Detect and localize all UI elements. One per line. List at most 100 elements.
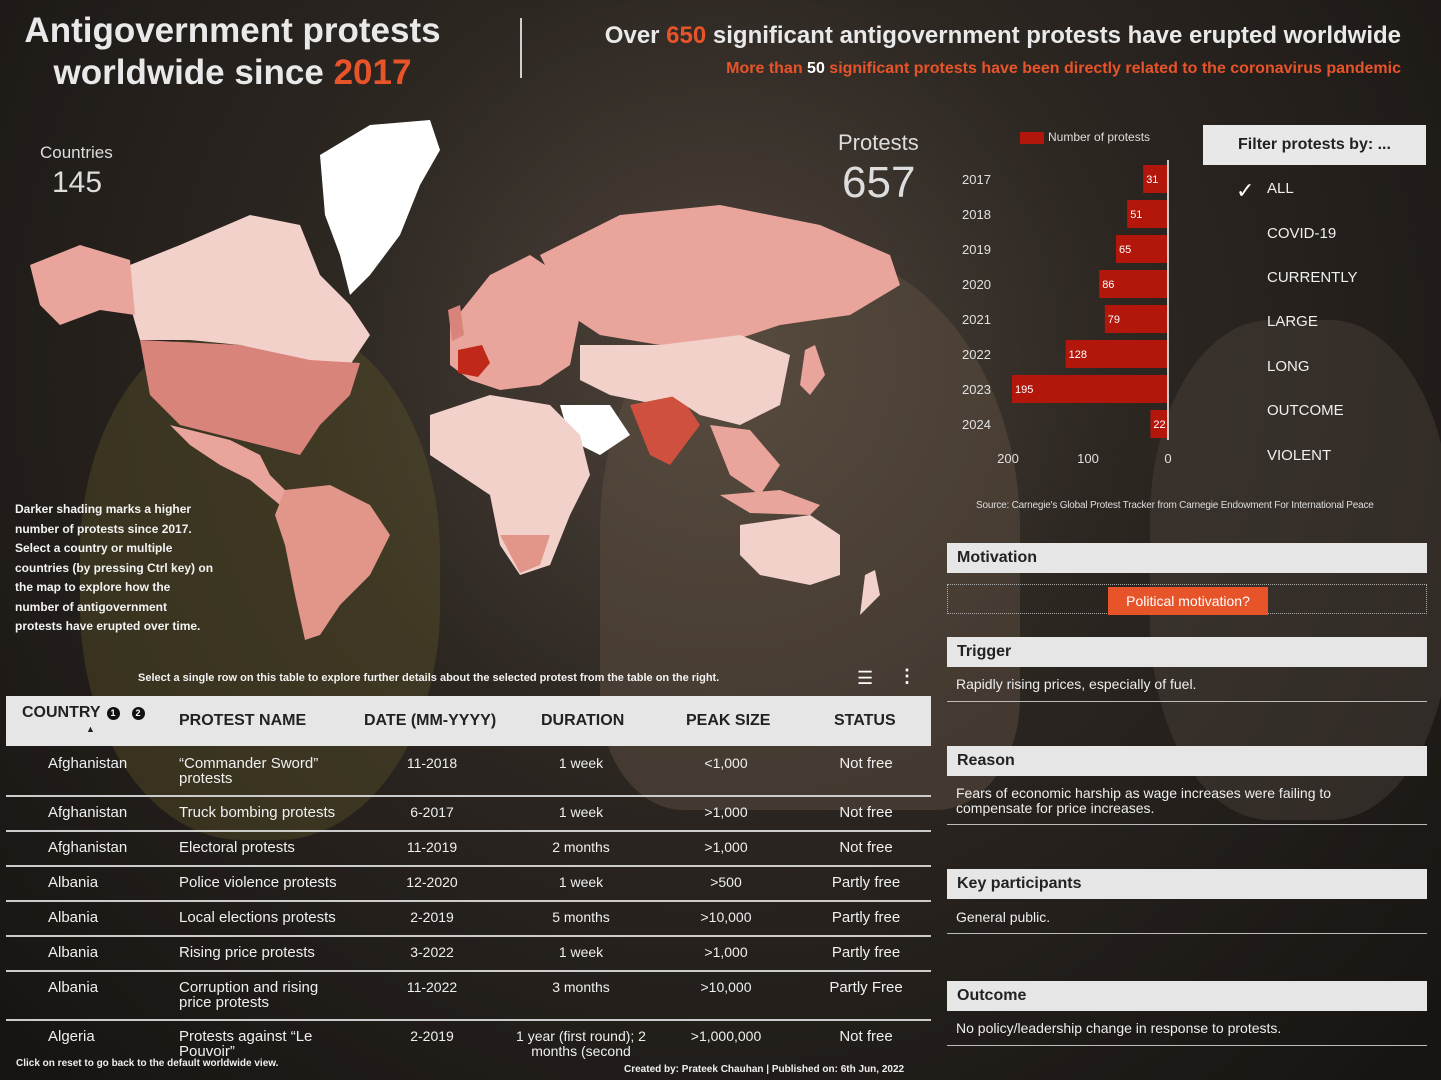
map-greenland[interactable]: [320, 120, 440, 295]
bar-2023[interactable]: [1012, 375, 1168, 403]
cell-status: Partly Free: [829, 979, 903, 996]
bar-value-label: 128: [1069, 349, 1087, 361]
trigger-text: Rapidly rising prices, especially of fue…: [956, 676, 1197, 692]
table-hint: Select a single row on this table to exp…: [138, 672, 720, 684]
outcome-divider: [947, 1045, 1427, 1046]
title-year: 2017: [333, 53, 412, 92]
headline-count: 650: [666, 22, 707, 49]
header-protest-name[interactable]: PROTEST NAME: [179, 696, 306, 746]
cell-duration: 2 months: [552, 839, 610, 855]
header-country[interactable]: COUNTRY 1 2: [22, 688, 145, 738]
cell-peak-size: >1,000: [704, 804, 748, 820]
year-tick-label: 2020: [962, 277, 991, 292]
reason-text: Fears of economic harship as wage increa…: [956, 785, 1332, 816]
filter-option-all[interactable]: ALL: [1267, 180, 1294, 197]
title-line1: Antigovernment protests: [24, 11, 441, 50]
filter-option-violent[interactable]: VIOLENT: [1267, 447, 1331, 464]
header-peak-size[interactable]: PEAK SIZE: [686, 696, 770, 746]
bar-value-label: 86: [1102, 279, 1114, 291]
motivation-button[interactable]: Political motivation?: [1108, 587, 1268, 615]
cell-protest-name: Local elections protests: [179, 909, 336, 926]
map-russia[interactable]: [540, 205, 900, 345]
header-country-label[interactable]: COUNTRY: [22, 704, 101, 722]
filter-header[interactable]: Filter protests by: ...: [1203, 125, 1426, 165]
cell-protest-name: Corruption and rising price protests: [179, 979, 319, 1011]
cell-date: 11-2018: [406, 755, 458, 771]
protests-per-year-chart[interactable]: 2017 31 2018 51 2019 65 2020 86 2021 79 2022 128 202…: [950, 160, 1180, 470]
title-line2-text: worldwide since: [53, 53, 334, 92]
map-new-zealand[interactable]: [860, 570, 880, 615]
filter-option-covid-19[interactable]: COVID-19: [1267, 225, 1336, 242]
participants-divider: [947, 933, 1427, 934]
map-alaska[interactable]: [30, 245, 135, 325]
year-tick-label: 2024: [962, 417, 991, 432]
map-japan[interactable]: [800, 345, 825, 395]
header-duration[interactable]: DURATION: [541, 696, 624, 746]
cell-protest-name: Protests against “Le Pouvoir”: [179, 1028, 313, 1060]
subheadline: More than 50 significant protests have b…: [726, 60, 1401, 78]
cell-status: Not free: [839, 1028, 893, 1045]
year-tick-label: 2023: [962, 382, 991, 397]
page-title: Antigovernment protests worldwide since …: [10, 10, 455, 94]
cell-status: Not free: [839, 755, 893, 772]
map-southeast-asia[interactable]: [710, 425, 780, 495]
more-options-icon[interactable]: ⋮: [898, 666, 916, 687]
table-row[interactable]: Afghanistan Electoral protests 11-2019 2 mo…: [6, 830, 931, 867]
cell-date: 3-2022: [410, 944, 454, 960]
filter-option-large[interactable]: LARGE: [1267, 313, 1318, 330]
table-row[interactable]: Albania Police violence protests 12-2020 1 …: [6, 865, 931, 902]
cell-country: Albania: [48, 979, 99, 996]
header-status[interactable]: STATUS: [834, 696, 896, 746]
map-indonesia[interactable]: [720, 490, 820, 515]
cell-country: Afghanistan: [48, 755, 128, 772]
cell-country: Albania: [48, 944, 99, 961]
cell-status: Not free: [839, 804, 893, 821]
outcome-text: No policy/leadership change in response …: [956, 1020, 1282, 1036]
credits: Created by: Prateek Chauhan | Published …: [624, 1064, 905, 1075]
cell-country: Albania: [48, 909, 99, 926]
cell-duration: 1 week: [558, 874, 604, 890]
table-row[interactable]: Albania Rising price protests 3-2022 1 week…: [6, 935, 931, 972]
participants-text: General public.: [956, 909, 1051, 925]
cell-date: 11-2019: [406, 839, 458, 855]
cell-peak-size: >500: [710, 874, 742, 890]
cell-duration: 1 week: [558, 804, 604, 820]
filter-option-long[interactable]: LONG: [1267, 358, 1310, 375]
x-tick-label: 100: [1077, 451, 1099, 466]
cell-peak-size: <1,000: [704, 755, 748, 771]
bar-value-label: 31: [1146, 174, 1158, 186]
filter-icon[interactable]: ☰: [857, 668, 873, 689]
trigger-header: Trigger: [947, 637, 1427, 667]
map-instructions: Darker shading marks a higher number of …: [15, 502, 214, 633]
table-row[interactable]: Albania Corruption and rising price prote…: [6, 970, 931, 1021]
cell-duration: 1 week: [558, 755, 604, 771]
headline-prefix: Over: [604, 22, 667, 49]
table-row[interactable]: Albania Local elections protests 2-2019 5 m…: [6, 900, 931, 937]
sort-badge-1[interactable]: 1: [106, 706, 120, 720]
cell-status: Partly free: [831, 944, 901, 961]
year-tick-label: 2021: [962, 312, 991, 327]
sort-badge-2[interactable]: 2: [131, 706, 145, 720]
x-tick-label: 0: [1164, 451, 1171, 466]
sort-ascending-icon[interactable]: ▲: [86, 724, 95, 734]
cell-status: Not free: [839, 839, 893, 856]
map-australia[interactable]: [740, 515, 840, 585]
cell-country: Afghanistan: [48, 804, 128, 821]
table-row[interactable]: Afghanistan Truck bombing protests 6-2017 1…: [6, 795, 931, 832]
cell-protest-name: Truck bombing protests: [179, 804, 336, 821]
bar-value-label: 79: [1108, 314, 1120, 326]
cell-protest-name: Police violence protests: [179, 874, 337, 891]
headline: Over 650 significant antigovernment prot…: [605, 22, 1401, 50]
cell-date: 11-2022: [406, 979, 458, 995]
cell-peak-size: >10,000: [700, 909, 752, 925]
filter-option-currently[interactable]: CURRENTLY: [1267, 269, 1358, 286]
cell-country: Albania: [48, 874, 99, 891]
cell-country: Afghanistan: [48, 839, 128, 856]
bar-value-label: 65: [1119, 244, 1131, 256]
table-row[interactable]: Afghanistan “Commander Sword” protests 11-…: [6, 746, 931, 797]
header-date[interactable]: DATE (MM-YYYY): [364, 696, 496, 746]
map-south-america[interactable]: [275, 485, 390, 640]
title-line2: worldwide since 2017: [10, 52, 455, 94]
filter-option-outcome[interactable]: OUTCOME: [1267, 402, 1344, 419]
cell-status: Partly free: [831, 874, 901, 891]
